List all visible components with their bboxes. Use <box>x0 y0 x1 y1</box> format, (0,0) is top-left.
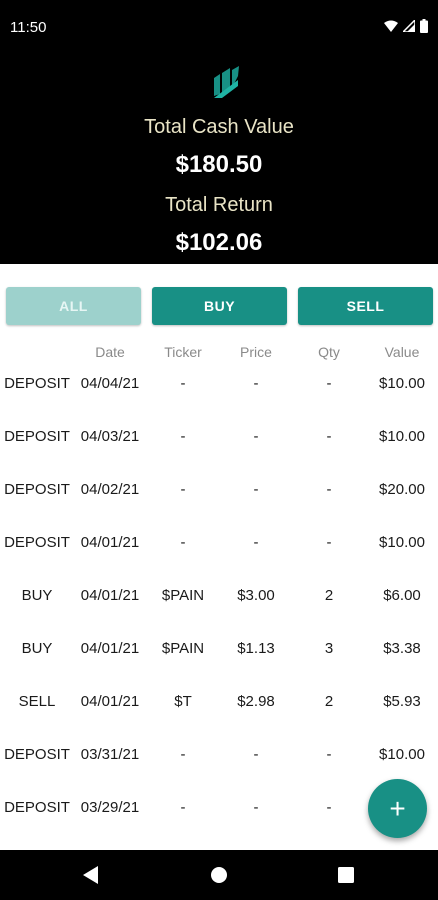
transaction-price: - <box>253 481 259 498</box>
transaction-ticker: - <box>180 428 186 445</box>
transaction-value: $3.38 <box>383 640 421 657</box>
transaction-ticker: $PAIN <box>161 640 205 657</box>
transaction-date: 03/29/21 <box>80 799 140 816</box>
transaction-type: DEPOSIT <box>4 799 70 816</box>
back-button[interactable] <box>80 864 102 886</box>
transaction-date: 04/01/21 <box>80 693 140 710</box>
transaction-qty: 3 <box>324 640 334 657</box>
total-cash-label: Total Cash Value <box>144 116 294 138</box>
transaction-ticker: - <box>180 481 186 498</box>
recents-icon <box>338 867 354 883</box>
transaction-type: DEPOSIT <box>4 481 70 498</box>
transaction-type: DEPOSIT <box>4 746 70 763</box>
back-icon <box>83 866 98 884</box>
transaction-type: BUY <box>21 587 53 604</box>
total-return-label: Total Return <box>165 194 273 216</box>
transaction-price: - <box>253 428 259 445</box>
transaction-price: - <box>253 375 259 392</box>
home-icon <box>211 867 227 883</box>
app-logo-icon <box>214 66 239 98</box>
transaction-type: BUY <box>21 640 53 657</box>
filter-buy-button[interactable]: BUY <box>152 287 287 325</box>
transaction-price: - <box>253 746 259 763</box>
signal-icon <box>403 20 415 32</box>
transaction-price: $1.13 <box>237 640 275 657</box>
wifi-icon <box>384 20 398 32</box>
transaction-type: DEPOSIT <box>4 375 70 392</box>
transaction-price: $3.00 <box>237 587 275 604</box>
status-bar: 11:50 <box>0 0 438 56</box>
transaction-ticker: - <box>180 799 186 816</box>
transaction-ticker: $PAIN <box>161 587 205 604</box>
transaction-value: $10.00 <box>379 534 425 551</box>
filter-all-button[interactable]: ALL <box>6 287 141 325</box>
transaction-ticker: - <box>180 534 186 551</box>
transaction-date: 03/31/21 <box>80 746 140 763</box>
status-time: 11:50 <box>10 19 47 36</box>
plus-icon: + <box>389 792 406 824</box>
transaction-qty: - <box>326 375 332 392</box>
transaction-value: $5.93 <box>383 693 421 710</box>
transaction-row[interactable]: BUY 04/01/21 $PAIN $1.13 3 $3.38 <box>0 623 438 676</box>
transaction-row[interactable]: DEPOSIT 04/03/21 - - - $10.00 <box>0 411 438 464</box>
home-button[interactable] <box>208 864 230 886</box>
transaction-date: 04/01/21 <box>80 534 140 551</box>
filter-sell-button[interactable]: SELL <box>298 287 433 325</box>
add-transaction-button[interactable]: + <box>368 779 427 838</box>
transaction-qty: - <box>326 534 332 551</box>
transaction-qty: 2 <box>324 693 334 710</box>
transaction-qty: - <box>326 799 332 816</box>
transaction-type: DEPOSIT <box>4 428 70 445</box>
transaction-date: 04/01/21 <box>80 587 140 604</box>
status-icons <box>384 19 428 33</box>
transaction-row[interactable]: SELL 04/01/21 $T $2.98 2 $5.93 <box>0 676 438 729</box>
transaction-value: $10.00 <box>379 375 425 392</box>
transaction-row[interactable]: DEPOSIT 04/04/21 - - - $10.00 <box>0 358 438 411</box>
transaction-date: 04/04/21 <box>80 375 140 392</box>
transaction-date: 04/02/21 <box>80 481 140 498</box>
transaction-type: SELL <box>18 693 56 710</box>
transaction-qty: - <box>326 746 332 763</box>
transaction-qty: - <box>326 481 332 498</box>
transaction-price: - <box>253 799 259 816</box>
transaction-value: $10.00 <box>379 428 425 445</box>
portfolio-header: Total Cash Value $180.50 Total Return $1… <box>0 56 438 264</box>
transaction-qty: - <box>326 428 332 445</box>
transaction-ticker: $T <box>174 693 192 710</box>
filter-bar: ALL BUY SELL <box>0 287 438 325</box>
transaction-row[interactable]: DEPOSIT 03/31/21 - - - $10.00 <box>0 729 438 782</box>
transaction-row[interactable]: DEPOSIT 04/01/21 - - - $10.00 <box>0 517 438 570</box>
transaction-type: DEPOSIT <box>4 534 70 551</box>
transaction-value: $10.00 <box>379 746 425 763</box>
transaction-price: - <box>253 534 259 551</box>
transaction-row[interactable]: DEPOSIT 04/02/21 - - - $20.00 <box>0 464 438 517</box>
transaction-date: 04/01/21 <box>80 640 140 657</box>
transaction-value: $6.00 <box>383 587 421 604</box>
transaction-value: $20.00 <box>379 481 425 498</box>
transaction-ticker: - <box>180 746 186 763</box>
battery-icon <box>420 19 428 33</box>
recents-button[interactable] <box>335 864 357 886</box>
transaction-date: 04/03/21 <box>80 428 140 445</box>
navigation-bar <box>0 850 438 900</box>
total-cash-value: $180.50 <box>175 151 263 178</box>
total-return-value: $102.06 <box>175 229 263 256</box>
transaction-ticker: - <box>180 375 186 392</box>
transaction-price: $2.98 <box>237 693 275 710</box>
transaction-row[interactable]: BUY 04/01/21 $PAIN $3.00 2 $6.00 <box>0 570 438 623</box>
transaction-qty: 2 <box>324 587 334 604</box>
